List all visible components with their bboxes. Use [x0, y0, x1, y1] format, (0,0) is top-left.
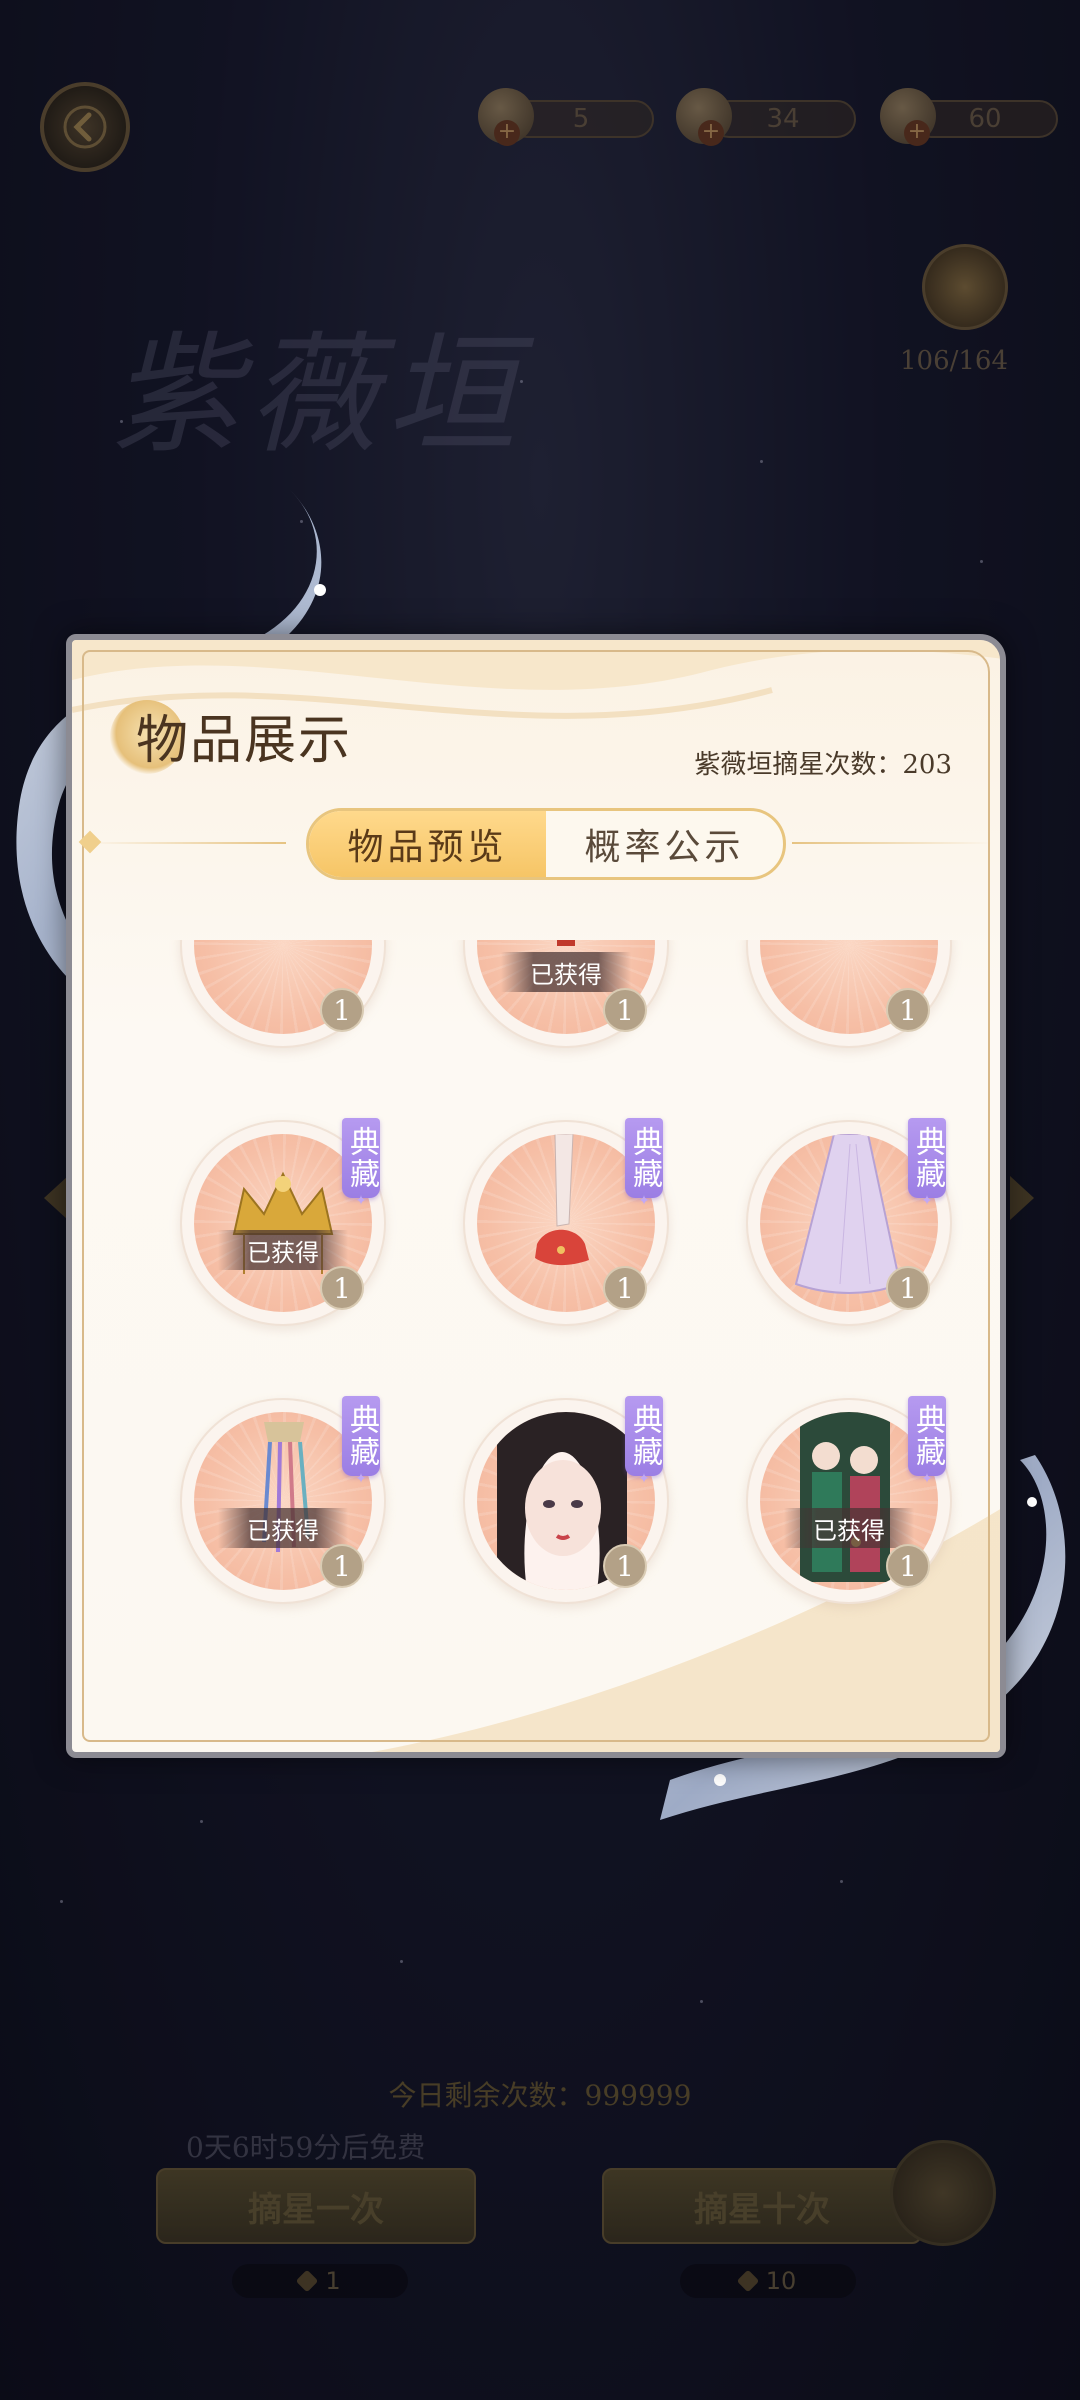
quantity-badge: 1	[603, 988, 647, 1032]
collection-tag: 典藏	[342, 1118, 380, 1218]
collection-tag: 典藏	[625, 1396, 663, 1496]
item-slot[interactable]: 典藏 1	[463, 1118, 669, 1326]
tab-item-preview[interactable]: 物品预览	[309, 811, 546, 877]
quantity-badge: 1	[320, 1266, 364, 1310]
tab-probability[interactable]: 概率公示	[546, 811, 783, 877]
item-slot[interactable]: 已获得 典藏 1	[180, 1396, 386, 1604]
draw-count-label: 紫薇垣摘星次数：203	[694, 750, 952, 780]
item-grid: 1已获得11已获得典藏1典藏1典藏1已获得典藏1典藏1已获得典藏1	[92, 940, 980, 1680]
item-showcase-modal: 物品展示 紫薇垣摘星次数：203 物品预览 概率公示 1已获得11已获得典藏1典…	[66, 634, 1006, 1758]
collection-tag-text: 典藏	[627, 1404, 662, 1468]
item-slot[interactable]: 典藏 1	[746, 1118, 952, 1326]
tab-divider-left	[86, 842, 286, 844]
tab-divider-right	[792, 842, 992, 844]
quantity-badge: 1	[320, 1544, 364, 1588]
quantity-badge: 1	[603, 1544, 647, 1588]
owned-label: 已获得	[218, 1508, 348, 1548]
modal-title: 物品展示	[136, 711, 353, 771]
item-slot[interactable]: 1	[180, 940, 386, 1048]
collection-tag-text: 典藏	[344, 1126, 379, 1190]
owned-label: 已获得	[501, 952, 631, 992]
collection-tag-text: 典藏	[627, 1126, 662, 1190]
collection-tag: 典藏	[908, 1118, 946, 1218]
item-slot[interactable]: 已获得 1	[463, 940, 669, 1048]
owned-label: 已获得	[218, 1230, 348, 1270]
collection-tag: 典藏	[625, 1118, 663, 1218]
item-slot[interactable]: 1	[746, 940, 952, 1048]
item-slot[interactable]: 典藏 1	[463, 1396, 669, 1604]
collection-tag-text: 典藏	[910, 1404, 945, 1468]
quantity-badge: 1	[886, 988, 930, 1032]
collection-tag-text: 典藏	[910, 1126, 945, 1190]
collection-tag-text: 典藏	[344, 1404, 379, 1468]
collection-tag: 典藏	[908, 1396, 946, 1496]
quantity-badge: 1	[886, 1544, 930, 1588]
quantity-badge: 1	[886, 1266, 930, 1310]
item-slot[interactable]: 已获得 典藏 1	[180, 1118, 386, 1326]
tab-bar: 物品预览 概率公示	[306, 808, 786, 880]
quantity-badge: 1	[320, 988, 364, 1032]
item-slot[interactable]: 已获得 典藏 1	[746, 1396, 952, 1604]
quantity-badge: 1	[603, 1266, 647, 1310]
owned-label: 已获得	[784, 1508, 914, 1548]
collection-tag: 典藏	[342, 1396, 380, 1496]
